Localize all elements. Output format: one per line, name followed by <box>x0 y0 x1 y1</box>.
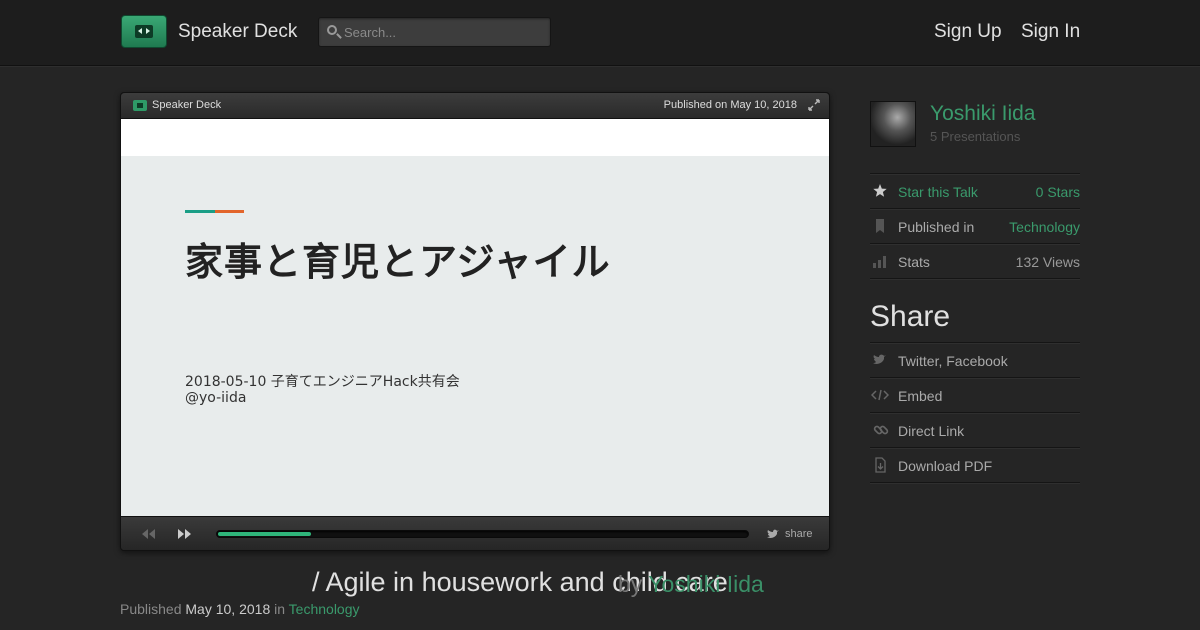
share-item-label[interactable]: Twitter, Facebook <box>898 353 1008 369</box>
share-twitter-facebook[interactable]: Twitter, Facebook <box>870 342 1080 377</box>
top-header: Speaker Deck Sign Up Sign In <box>0 0 1200 66</box>
star-talk-label[interactable]: Star this Talk <box>898 184 978 200</box>
slide-canvas[interactable]: 家事と育児とアジャイル 2018-05-10 子育てエンジニアHack共有会 @… <box>121 119 829 516</box>
share-embed[interactable]: Embed <box>870 377 1080 412</box>
by-label: by <box>618 571 643 597</box>
author-name-link[interactable]: Yoshiki Iida <box>930 102 1035 126</box>
slide-event-line: 2018-05-10 子育てエンジニアHack共有会 <box>185 374 460 390</box>
published-in-category-link[interactable]: Technology <box>1009 219 1080 235</box>
twitter-bird-icon[interactable] <box>767 529 780 539</box>
link-icon <box>873 425 889 435</box>
brand-link[interactable]: Speaker Deck <box>178 21 297 43</box>
slide-title: 家事と育児とアジャイル <box>185 240 611 284</box>
share-download-pdf[interactable]: Download PDF <box>870 447 1080 482</box>
star-count: 0 Stars <box>1035 184 1080 200</box>
slide-accent-bar-teal <box>185 210 215 213</box>
share-direct-link[interactable]: Direct Link <box>870 412 1080 447</box>
star-talk-row[interactable]: Star this Talk 0 Stars <box>870 173 1080 208</box>
player-published-date: Published on May 10, 2018 <box>663 99 797 111</box>
slide-player: Speaker Deck Published on May 10, 2018 家… <box>120 92 830 551</box>
player-share-button[interactable]: share <box>785 528 813 540</box>
star-icon <box>873 184 887 197</box>
player-top-bar: Speaker Deck Published on May 10, 2018 <box>121 93 829 119</box>
sign-in-link[interactable]: Sign In <box>1021 21 1080 43</box>
stats-row: Stats 132 Views <box>870 243 1080 278</box>
talk-published-line: Published May 10, 2018 in Technology <box>120 601 360 617</box>
share-item-label[interactable]: Download PDF <box>898 458 992 474</box>
next-slide-icon[interactable] <box>177 529 193 539</box>
download-icon <box>875 457 886 473</box>
share-heading: Share <box>870 300 951 333</box>
slide-accent-bar-orange <box>215 210 244 213</box>
talk-byline: by Yoshiki Iida <box>618 571 764 598</box>
sidebar-divider <box>870 278 1080 279</box>
byline-author-link[interactable]: Yoshiki Iida <box>648 571 764 597</box>
slide-top-band <box>121 119 829 156</box>
in-label: in <box>274 601 286 617</box>
slide-author-handle: @yo-iida <box>185 390 247 406</box>
author-avatar[interactable] <box>870 101 916 147</box>
previous-slide-icon[interactable] <box>140 529 156 539</box>
published-prefix: Published <box>120 601 182 617</box>
progress-fill <box>218 532 311 536</box>
bookmark-icon <box>876 219 884 233</box>
twitter-icon <box>873 354 886 364</box>
stats-label: Stats <box>898 254 930 270</box>
share-item-label[interactable]: Embed <box>898 388 942 404</box>
stats-bars-icon <box>873 256 886 268</box>
sidebar-divider <box>870 482 1080 483</box>
fullscreen-icon[interactable] <box>808 99 820 111</box>
published-in-row: Published in Technology <box>870 208 1080 243</box>
share-item-label[interactable]: Direct Link <box>898 423 964 439</box>
published-date: May 10, 2018 <box>185 601 271 617</box>
progress-bar[interactable] <box>216 530 749 538</box>
stats-views: 132 Views <box>1015 254 1080 270</box>
code-icon <box>871 389 889 401</box>
speakerdeck-logo-icon[interactable] <box>121 15 167 48</box>
sign-up-link[interactable]: Sign Up <box>934 21 1002 43</box>
presentation-count: 5 Presentations <box>930 129 1021 144</box>
search-box[interactable] <box>318 17 551 47</box>
speakerdeck-mini-logo-icon <box>133 100 147 111</box>
category-link[interactable]: Technology <box>289 601 360 617</box>
published-in-label: Published in <box>898 219 975 235</box>
search-input[interactable] <box>344 22 544 42</box>
player-brand: Speaker Deck <box>152 99 222 111</box>
player-controls: share <box>121 516 829 550</box>
search-icon <box>327 25 337 35</box>
